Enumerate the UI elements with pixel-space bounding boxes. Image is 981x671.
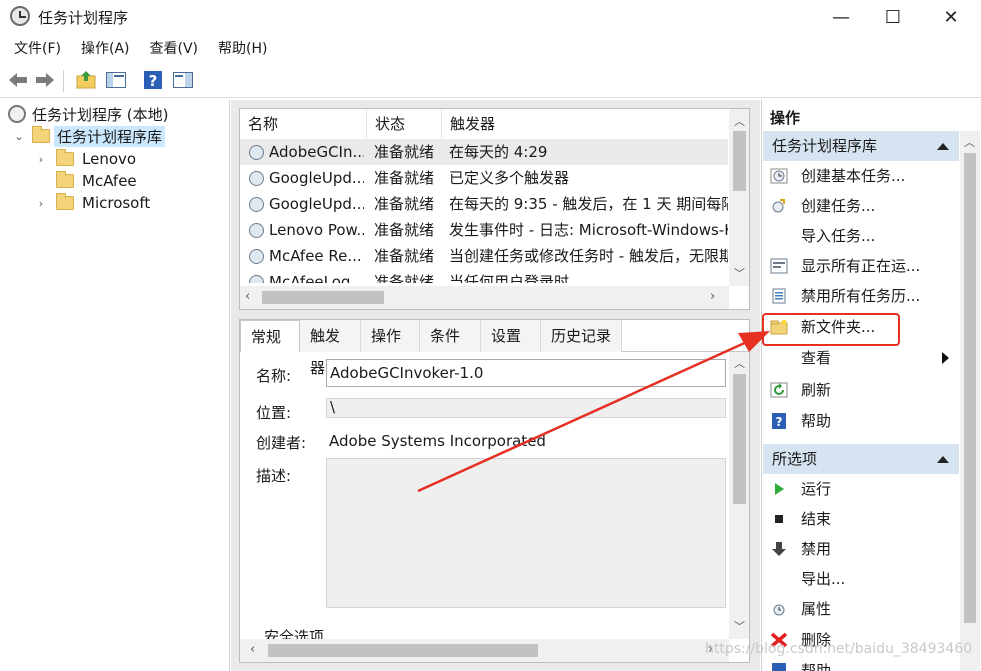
- watermark: https://blog.csdn.net/baidu_38493460: [705, 641, 973, 657]
- annotation-arrow: [417, 331, 770, 493]
